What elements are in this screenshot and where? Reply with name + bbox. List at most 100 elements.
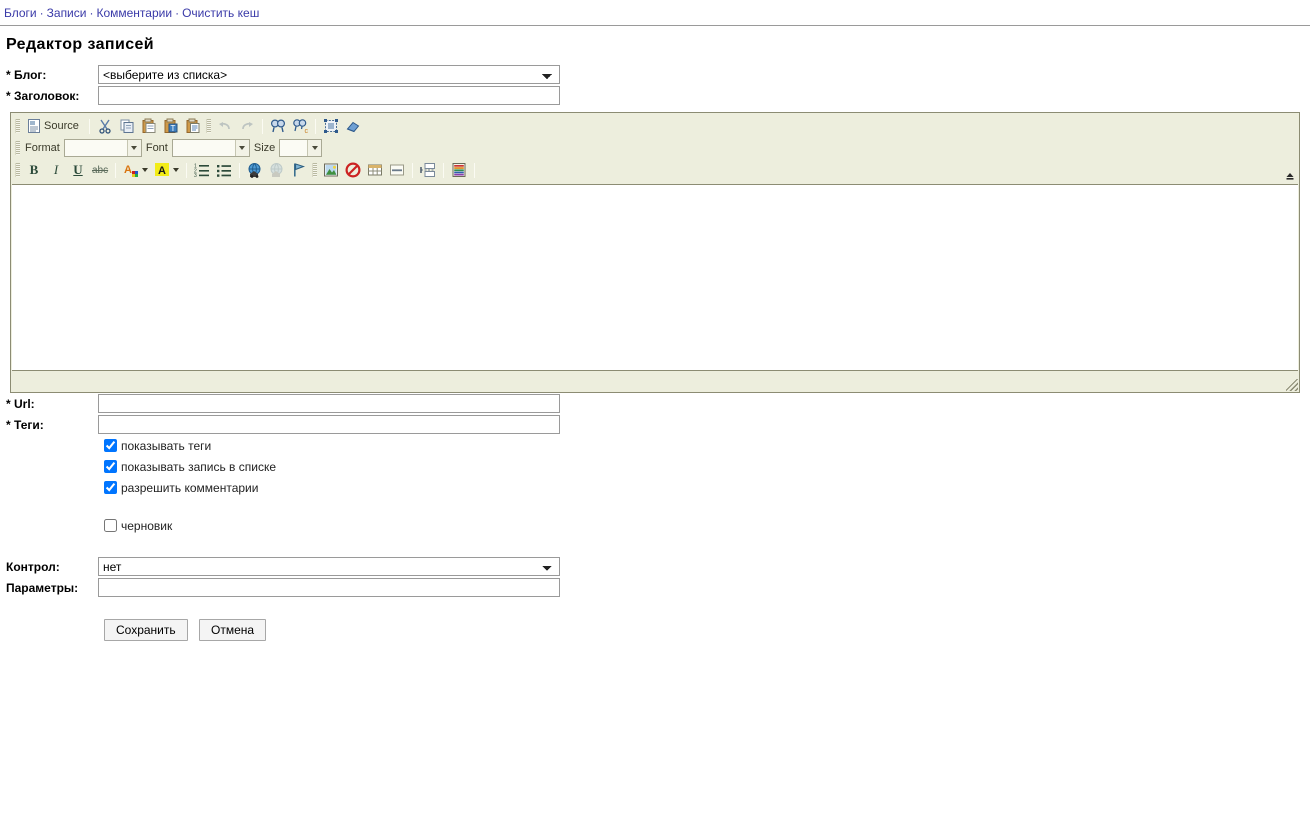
editor-text-color-button[interactable]: A [121, 161, 150, 179]
editor-italic-button[interactable]: I [46, 161, 66, 179]
chevron-down-icon[interactable] [126, 140, 141, 156]
editor-undo-button[interactable] [215, 117, 235, 135]
url-input[interactable] [98, 394, 560, 413]
editor-bulleted-list-button[interactable] [214, 161, 234, 179]
numbered-list-icon: 1 2 3 [194, 164, 210, 178]
nav-posts[interactable]: Записи [47, 6, 87, 20]
bg-color-icon: A [155, 163, 170, 177]
toolbar-separator [239, 162, 241, 178]
select-all-icon [323, 119, 338, 133]
control-select[interactable]: нет [98, 557, 560, 576]
checkbox-show-tags[interactable] [104, 439, 117, 452]
editor-paste-text-button[interactable]: T [161, 117, 181, 135]
editor-link-button[interactable] [245, 161, 265, 179]
editor-anchor-button[interactable] [289, 161, 309, 179]
editor-flash-button[interactable] [343, 161, 363, 179]
editor-bg-color-button[interactable]: A [152, 161, 181, 179]
nav-blogs[interactable]: Блоги [4, 6, 37, 20]
svg-text:A: A [124, 164, 132, 176]
editor-remove-format-button[interactable] [343, 117, 363, 135]
source-icon [28, 119, 40, 133]
editor-resize-handle[interactable] [1286, 379, 1298, 391]
editor-size-label: Size [253, 142, 276, 154]
editor-status-bar [11, 371, 1299, 392]
copy-icon [120, 119, 134, 133]
editor-underline-button[interactable]: U [68, 161, 88, 179]
nav-separator: · [175, 6, 180, 20]
toolbar-separator [314, 118, 316, 134]
svg-text:c: c [304, 128, 308, 134]
editor-format-combo[interactable]: Format [23, 139, 142, 157]
editor-content-area[interactable] [12, 184, 1298, 371]
editor-templates-button[interactable] [449, 161, 469, 179]
editor-paste-button[interactable] [139, 117, 159, 135]
checkbox-row-show-tags: показывать теги [0, 435, 1310, 456]
editor-find-button[interactable] [268, 117, 288, 135]
editor-copy-button[interactable] [117, 117, 137, 135]
templates-icon [452, 163, 466, 177]
editor-size-combo[interactable]: Size [252, 139, 323, 157]
editor-cut-button[interactable] [95, 117, 115, 135]
nav-clear-cache[interactable]: Очистить кеш [182, 6, 259, 20]
editor-paste-from-word-button[interactable] [183, 117, 203, 135]
chevron-down-icon[interactable] [234, 140, 249, 156]
checkbox-group-spacer [0, 498, 1310, 515]
params-input[interactable] [98, 578, 560, 597]
editor-strike-button[interactable]: abc [90, 161, 110, 179]
control-label: Контрол: [6, 559, 60, 574]
form-actions: Сохранить Отмена [0, 598, 1310, 641]
toolbar-grip[interactable] [205, 119, 211, 133]
editor-select-all-button[interactable] [321, 117, 341, 135]
tags-input[interactable] [98, 415, 560, 434]
editor-font-combo[interactable]: Font [144, 139, 250, 157]
editor-table-button[interactable] [365, 161, 385, 179]
nav-comments[interactable]: Комментарии [96, 6, 172, 20]
form-row-title: * Заголовок: [0, 85, 1310, 106]
chevron-down-icon[interactable] [307, 140, 322, 156]
link-icon [248, 163, 261, 178]
editor-font-label: Font [145, 142, 168, 154]
chevron-down-icon[interactable] [142, 168, 149, 172]
toolbar-collapse-button[interactable] [1284, 171, 1296, 181]
url-label: * Url: [6, 396, 35, 411]
editor-image-button[interactable] [321, 161, 341, 179]
checkbox-allow-comments[interactable] [104, 481, 117, 494]
toolbar-grip[interactable] [15, 141, 20, 155]
editor-replace-button[interactable]: c [290, 117, 310, 135]
editor-format-combo-box[interactable] [63, 139, 142, 157]
editor-size-combo-box[interactable] [279, 139, 323, 157]
editor-bold-button[interactable]: B [24, 161, 44, 179]
blog-select[interactable]: <выберите из списка> [98, 65, 560, 84]
editor-redo-button[interactable] [237, 117, 257, 135]
editor-source-button[interactable]: Source [24, 117, 84, 135]
form-row-params: Параметры: [0, 577, 1310, 598]
editor-horizontal-rule-button[interactable] [387, 161, 407, 179]
undo-icon [218, 122, 230, 130]
toolbar-grip[interactable] [15, 119, 20, 133]
tags-label: * Теги: [6, 417, 44, 432]
toolbar-grip[interactable] [312, 163, 318, 177]
chevron-down-icon[interactable] [173, 168, 180, 172]
toolbar-grip[interactable] [15, 163, 20, 177]
editor-numbered-list-button[interactable]: 1 2 3 [192, 161, 212, 179]
title-input[interactable] [98, 86, 560, 105]
editor-page-break-button[interactable] [418, 161, 438, 179]
save-button[interactable]: Сохранить [104, 619, 188, 641]
editor-font-combo-box[interactable] [171, 139, 250, 157]
checkbox-row-allow-comments: разрешить комментарии [0, 477, 1310, 498]
checkbox-show-in-list-label[interactable]: показывать запись в списке [121, 460, 276, 474]
checkbox-show-in-list[interactable] [104, 460, 117, 473]
editor-unlink-button[interactable] [267, 161, 287, 179]
editor-toolbar-row-2: Format Font Size [11, 137, 1299, 159]
checkbox-show-tags-label[interactable]: показывать теги [121, 439, 211, 453]
redo-icon [242, 122, 253, 130]
page-break-icon [420, 163, 436, 177]
unlink-icon [270, 163, 283, 177]
text-color-icon: A [124, 164, 139, 177]
checkbox-allow-comments-label[interactable]: разрешить комментарии [121, 481, 258, 495]
cancel-button[interactable]: Отмена [198, 619, 267, 641]
checkbox-draft[interactable] [104, 519, 117, 532]
paste-text-icon: T [164, 118, 178, 133]
checkbox-draft-label[interactable]: черновик [121, 519, 172, 533]
editor-code-button[interactable] [480, 161, 500, 179]
